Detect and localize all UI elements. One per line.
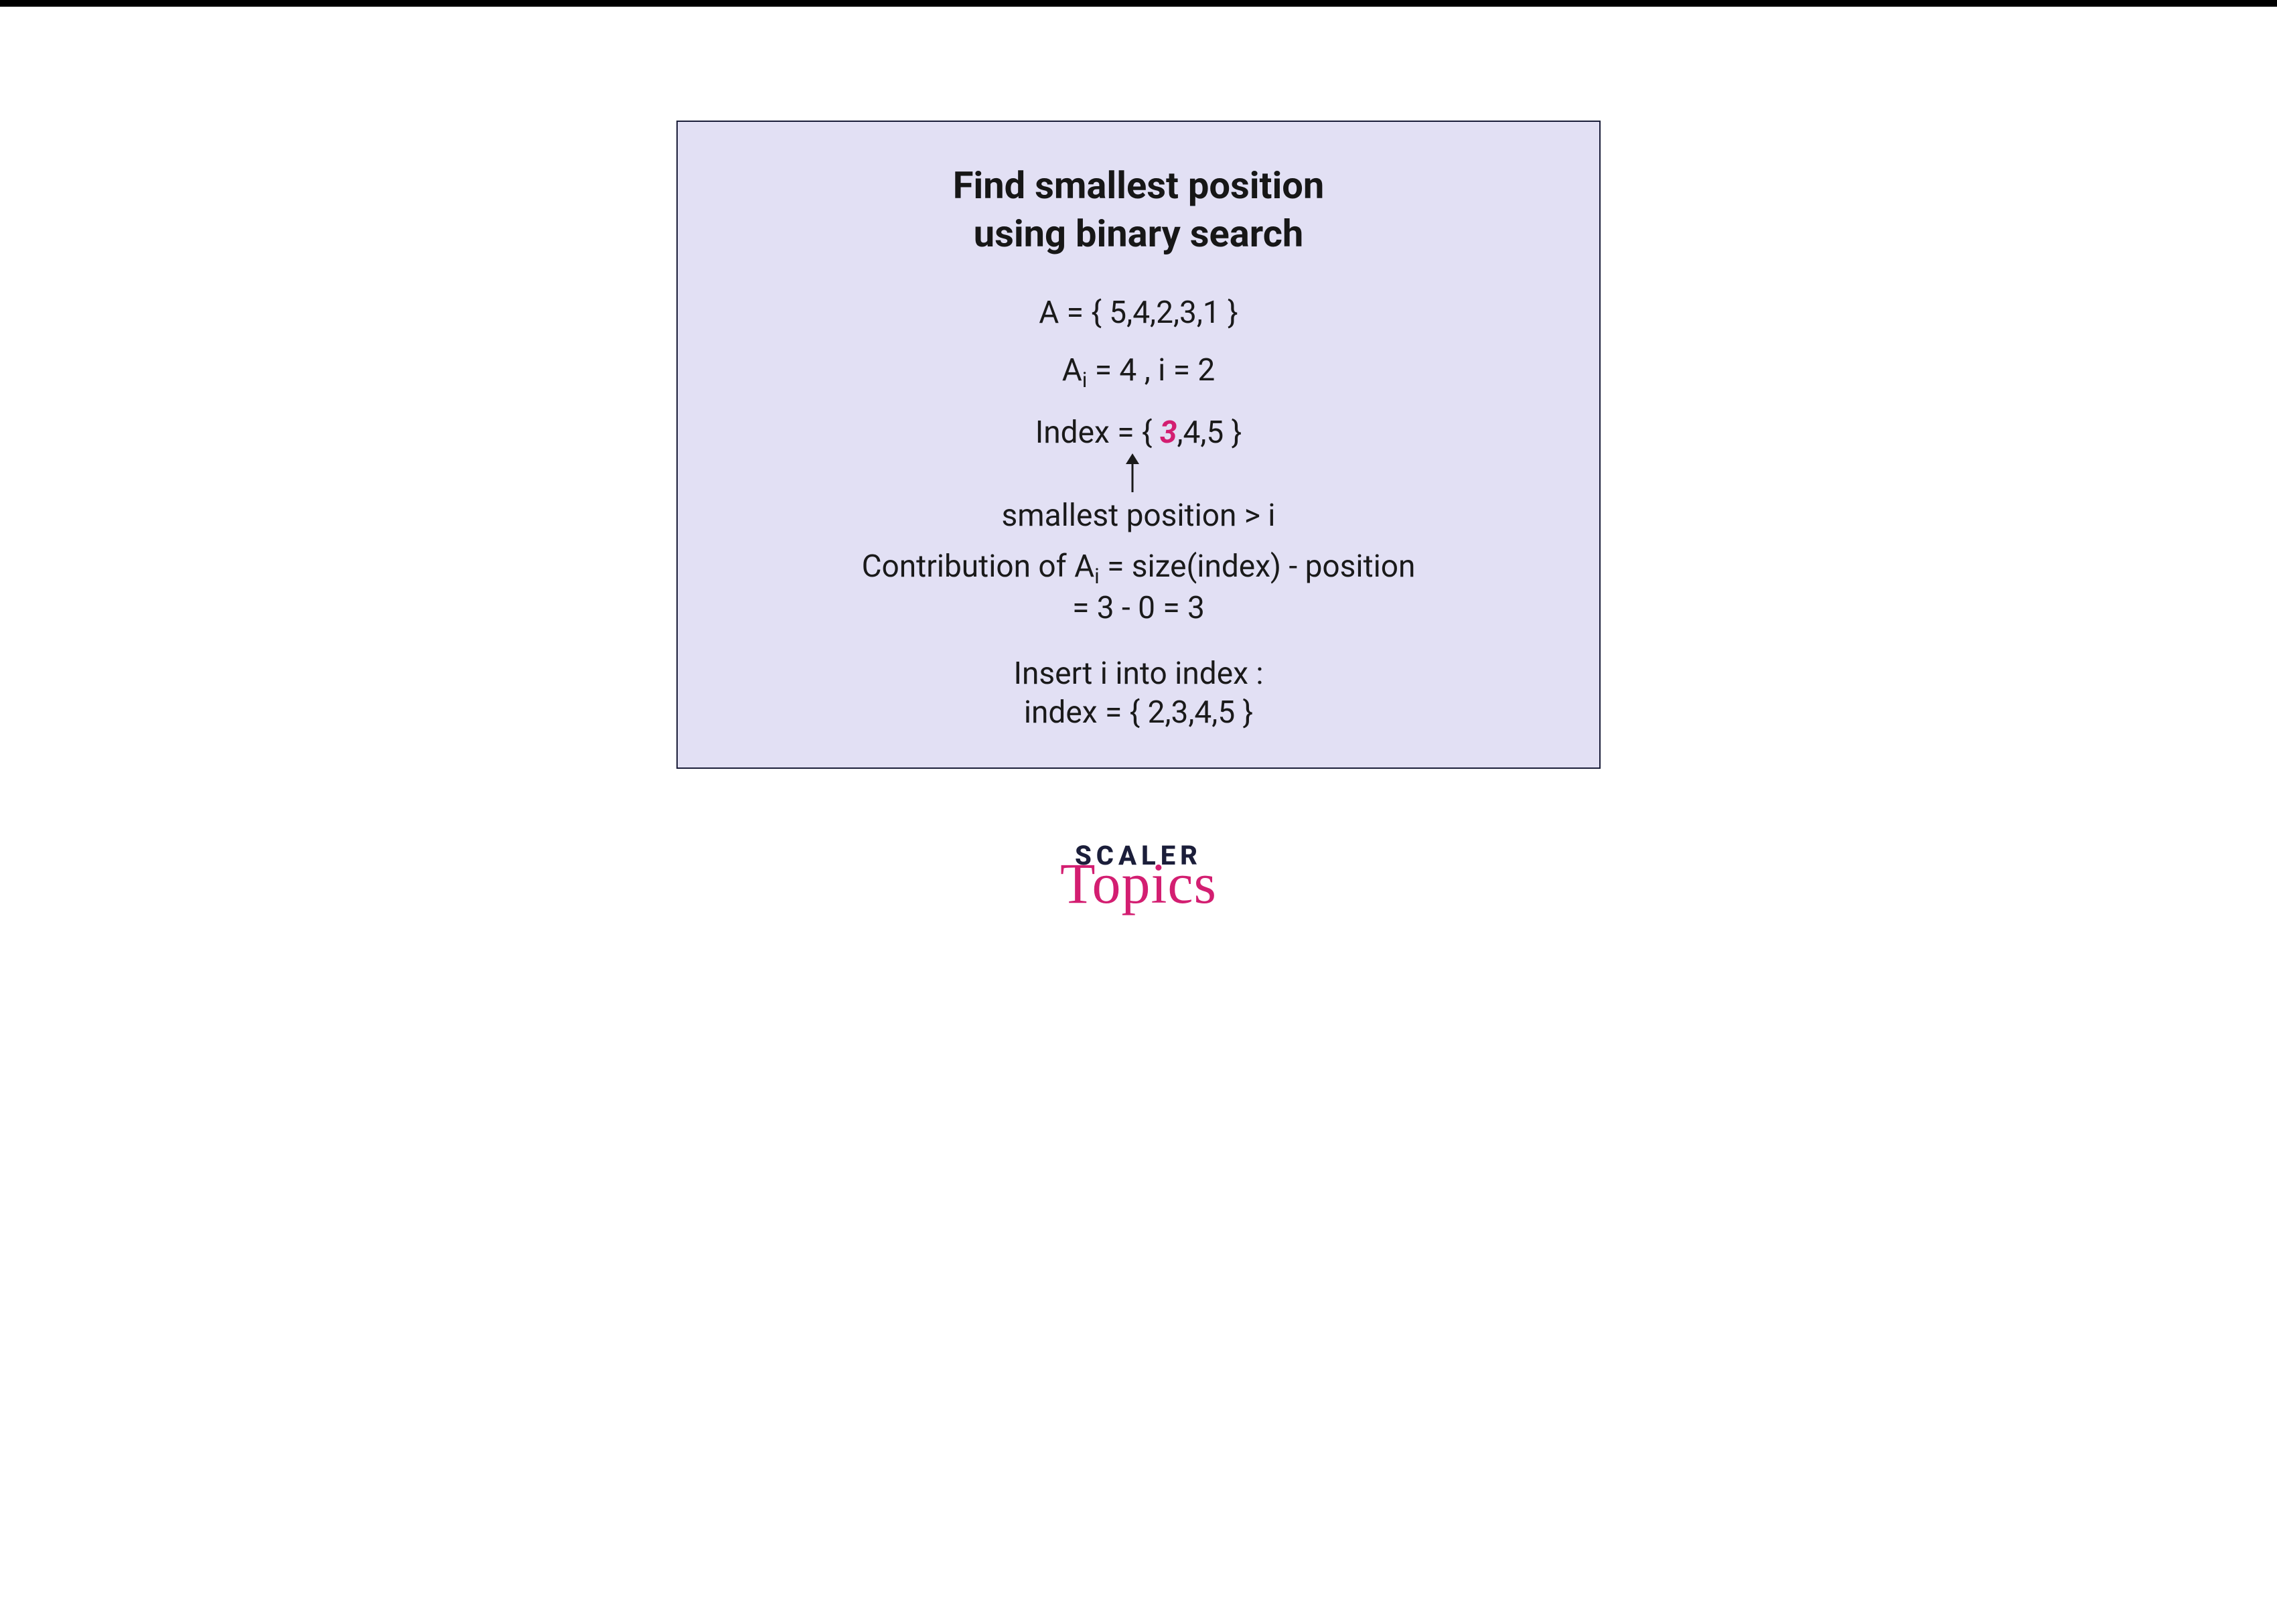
index-pre: Index = { (1035, 415, 1160, 451)
contrib1-post: = size(index) - position (1100, 548, 1416, 585)
contrib1-pre: Contribution of A (862, 548, 1095, 585)
array-A-line: A = { 5,4,2,3,1 } (718, 295, 1559, 331)
contrib1-sub: i (1094, 564, 1100, 589)
arrow-wrap (706, 453, 1559, 498)
up-arrow-icon (1124, 453, 1141, 494)
diagram-canvas: Find smallest position using binary sear… (0, 7, 2277, 912)
contribution-result-line: = 3 - 0 = 3 (718, 590, 1559, 626)
smallest-position-label: smallest position > i (718, 498, 1559, 534)
Ai-pre: A (1062, 352, 1082, 388)
title-line-1: Find smallest position (953, 163, 1325, 208)
Ai-line: Ai = 4 , i = 2 (718, 352, 1559, 392)
explainer-panel: Find smallest position using binary sear… (676, 121, 1601, 769)
logo-topics-text: Topics (1060, 855, 1217, 912)
scaler-topics-logo: SCALER Topics (1060, 842, 1217, 912)
index-line: Index = { 3,4,5 } (718, 415, 1559, 451)
index-highlight: 3 (1160, 415, 1177, 451)
top-black-bar (0, 0, 2277, 7)
insert-line-1: Insert i into index : (718, 656, 1559, 692)
panel-title: Find smallest position using binary sear… (718, 162, 1559, 258)
insert-line-2: index = { 2,3,4,5 } (718, 694, 1559, 731)
index-post: ,4,5 } (1177, 415, 1242, 451)
Ai-post: = 4 , i = 2 (1087, 352, 1215, 388)
contribution-formula-line: Contribution of Ai = size(index) - posit… (718, 548, 1559, 589)
title-line-2: using binary search (974, 212, 1304, 256)
